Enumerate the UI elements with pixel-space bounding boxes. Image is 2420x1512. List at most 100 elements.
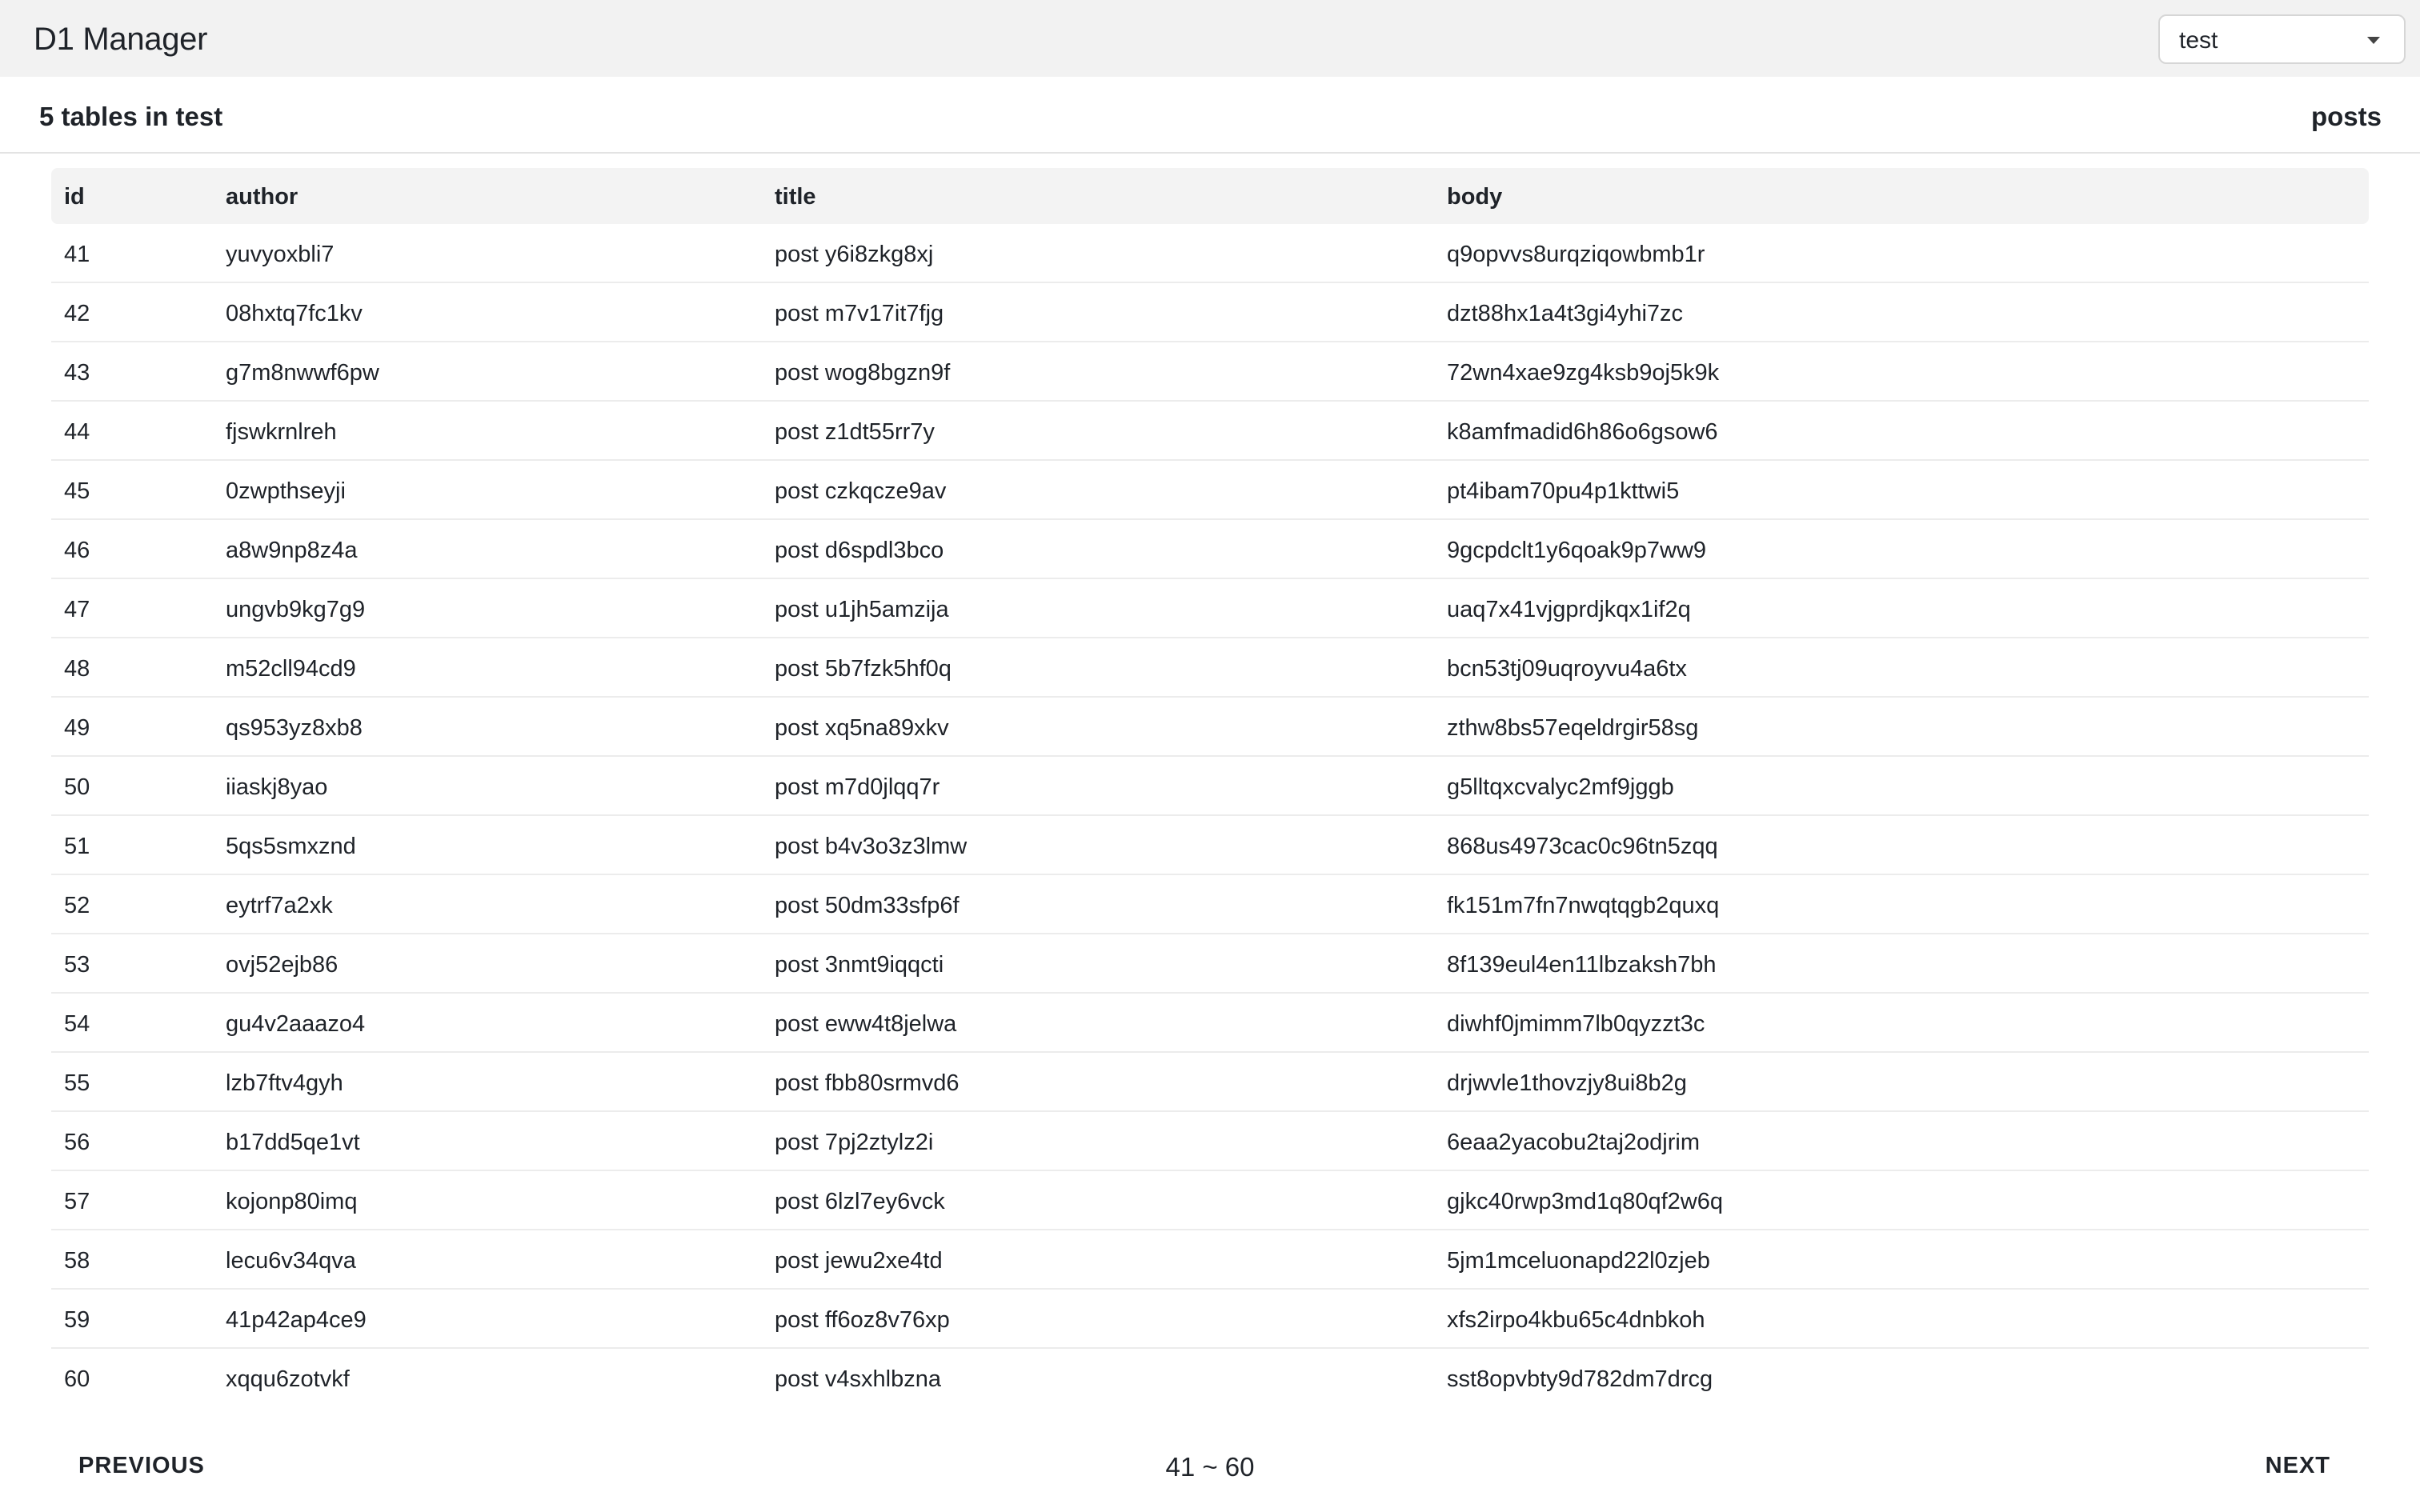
cell-id: 58 xyxy=(64,1248,90,1274)
table-row[interactable]: 42 08hxtq7fc1kv post m7v17it7fjg dzt88hx1a4… xyxy=(51,283,2369,342)
current-table-name: posts xyxy=(2310,102,2382,131)
cell-title: post d6spdl3bco xyxy=(775,538,944,563)
table-row[interactable]: 43 g7m8nwwf6pw post wog8bgzn9f 72wn4xae9zg4… xyxy=(51,342,2369,402)
cell-id: 45 xyxy=(64,478,90,504)
table-row[interactable]: 58 lecu6v34qva post jewu2xe4td 5jm1mceluona… xyxy=(51,1230,2369,1290)
cell-title: post jewu2xe4td xyxy=(775,1248,943,1274)
cell-id: 47 xyxy=(64,597,90,622)
column-header-body: body xyxy=(1447,184,1503,210)
table-row[interactable]: 41 yuvyoxbli7 post y6i8zkg8xj q9opvvs8urqzi… xyxy=(51,224,2369,283)
column-header-title: title xyxy=(775,184,816,210)
cell-author: kojonp80imq xyxy=(226,1189,358,1214)
cell-body: 9gcpdclt1y6qoak9p7ww9 xyxy=(1447,538,1707,563)
cell-title: post 6lzl7ey6vck xyxy=(775,1189,945,1214)
cell-id: 56 xyxy=(64,1130,90,1155)
cell-author: yuvyoxbli7 xyxy=(226,242,335,267)
table-row[interactable]: 48 m52cll94cd9 post 5b7fzk5hf0q bcn53tj09uq… xyxy=(51,638,2369,698)
table-header-row: id author title body xyxy=(51,168,2369,224)
cell-title: post u1jh5amzija xyxy=(775,597,949,622)
cell-id: 42 xyxy=(64,301,90,326)
data-table: id author title body 41 yuvyoxbli7 post y6… xyxy=(51,168,2369,1408)
cell-body: uaq7x41vjgprdjkqx1if2q xyxy=(1447,597,1691,622)
cell-title: post z1dt55rr7y xyxy=(775,419,935,445)
table-row[interactable]: 47 ungvb9kg7g9 post u1jh5amzija uaq7x41vjgp… xyxy=(51,579,2369,638)
cell-body: drjwvle1thovzjy8ui8b2g xyxy=(1447,1070,1687,1096)
table-row[interactable]: 53 ovj52ejb86 post 3nmt9iqqcti 8f139eul4en1… xyxy=(51,934,2369,994)
tables-count-label: 5 tables in test xyxy=(39,102,223,131)
cell-title: post eww4t8jelwa xyxy=(775,1011,957,1037)
cell-title: post xq5na89xkv xyxy=(775,715,949,741)
cell-id: 54 xyxy=(64,1011,90,1037)
table-row[interactable]: 60 xqqu6zotvkf post v4sxhlbzna sst8opvbty9d… xyxy=(51,1349,2369,1408)
cell-title: post 5b7fzk5hf0q xyxy=(775,656,952,682)
table-row[interactable]: 52 eytrf7a2xk post 50dm33sfp6f fk151m7fn7nw… xyxy=(51,875,2369,934)
database-select[interactable]: test xyxy=(2158,14,2406,64)
cell-body: k8amfmadid6h86o6gsow6 xyxy=(1447,419,1718,445)
table-row[interactable]: 44 fjswkrnlreh post z1dt55rr7y k8amfmadid6h… xyxy=(51,402,2369,461)
cell-id: 49 xyxy=(64,715,90,741)
table-row[interactable]: 55 lzb7ftv4gyh post fbb80srmvd6 drjwvle1tho… xyxy=(51,1053,2369,1112)
cell-body: 5jm1mceluonapd22l0zjeb xyxy=(1447,1248,1710,1274)
cell-author: fjswkrnlreh xyxy=(226,419,337,445)
cell-body: 6eaa2yacobu2taj2odjrim xyxy=(1447,1130,1700,1155)
pagination: PREVIOUS 41 ~ 60 NEXT xyxy=(0,1440,2420,1491)
cell-author: 41p42ap4ce9 xyxy=(226,1307,367,1333)
cell-id: 52 xyxy=(64,893,90,918)
cell-title: post fbb80srmvd6 xyxy=(775,1070,960,1096)
table-info-bar: 5 tables in test posts xyxy=(0,77,2420,154)
cell-title: post y6i8zkg8xj xyxy=(775,242,934,267)
column-header-author: author xyxy=(226,184,298,210)
cell-title: post m7d0jlqq7r xyxy=(775,774,940,800)
cell-id: 46 xyxy=(64,538,90,563)
cell-author: qs953yz8xb8 xyxy=(226,715,363,741)
cell-id: 50 xyxy=(64,774,90,800)
cell-body: q9opvvs8urqziqowbmb1r xyxy=(1447,242,1705,267)
cell-title: post m7v17it7fjg xyxy=(775,301,944,326)
table-row[interactable]: 45 0zwpthseyji post czkqcze9av pt4ibam70pu4… xyxy=(51,461,2369,520)
app-title: D1 Manager xyxy=(34,22,208,57)
cell-id: 55 xyxy=(64,1070,90,1096)
cell-id: 60 xyxy=(64,1366,90,1392)
cell-body: 8f139eul4en11lbzaksh7bh xyxy=(1447,952,1717,978)
table-row[interactable]: 49 qs953yz8xb8 post xq5na89xkv zthw8bs57eqe… xyxy=(51,698,2369,757)
table-row[interactable]: 56 b17dd5qe1vt post 7pj2ztylz2i 6eaa2yacobu… xyxy=(51,1112,2369,1171)
table-row[interactable]: 54 gu4v2aaazo4 post eww4t8jelwa diwhf0jmimm… xyxy=(51,994,2369,1053)
cell-body: bcn53tj09uqroyvu4a6tx xyxy=(1447,656,1687,682)
table-row[interactable]: 50 iiaskj8yao post m7d0jlqq7r g5lltqxcvalyc… xyxy=(51,757,2369,816)
cell-author: m52cll94cd9 xyxy=(226,656,356,682)
page-range-label: 41 ~ 60 xyxy=(1165,1452,1255,1482)
cell-id: 43 xyxy=(64,360,90,386)
cell-id: 48 xyxy=(64,656,90,682)
cell-author: ungvb9kg7g9 xyxy=(226,597,366,622)
table-row[interactable]: 59 41p42ap4ce9 post ff6oz8v76xp xfs2irpo4kb… xyxy=(51,1290,2369,1349)
cell-body: fk151m7fn7nwqtqgb2quxq xyxy=(1447,893,1720,918)
cell-author: b17dd5qe1vt xyxy=(226,1130,360,1155)
cell-author: 5qs5smxznd xyxy=(226,834,356,859)
cell-body: zthw8bs57eqeldrgir58sg xyxy=(1447,715,1699,741)
cell-author: eytrf7a2xk xyxy=(226,893,333,918)
cell-body: pt4ibam70pu4p1kttwi5 xyxy=(1447,478,1680,504)
cell-body: gjkc40rwp3md1q80qf2w6q xyxy=(1447,1189,1723,1214)
chevron-down-icon xyxy=(2367,37,2380,44)
cell-id: 51 xyxy=(64,834,90,859)
cell-body: sst8opvbty9d782dm7drcg xyxy=(1447,1366,1713,1392)
cell-body: 868us4973cac0c96tn5zqq xyxy=(1447,834,1718,859)
cell-body: diwhf0jmimm7lb0qyzzt3c xyxy=(1447,1011,1705,1037)
table-row[interactable]: 51 5qs5smxznd post b4v3o3z3lmw 868us4973cac… xyxy=(51,816,2369,875)
cell-author: a8w9np8z4a xyxy=(226,538,358,563)
cell-title: post czkqcze9av xyxy=(775,478,947,504)
next-button[interactable]: NEXT xyxy=(2250,1448,2346,1483)
cell-body: dzt88hx1a4t3gi4yhi7zc xyxy=(1447,301,1684,326)
cell-author: iiaskj8yao xyxy=(226,774,328,800)
cell-author: lecu6v34qva xyxy=(226,1248,356,1274)
cell-id: 57 xyxy=(64,1189,90,1214)
database-select-value: test xyxy=(2179,27,2218,54)
cell-author: gu4v2aaazo4 xyxy=(226,1011,366,1037)
cell-body: g5lltqxcvalyc2mf9jggb xyxy=(1447,774,1674,800)
cell-title: post 3nmt9iqqcti xyxy=(775,952,944,978)
cell-body: 72wn4xae9zg4ksb9oj5k9k xyxy=(1447,360,1720,386)
table-row[interactable]: 57 kojonp80imq post 6lzl7ey6vck gjkc40rwp3m… xyxy=(51,1171,2369,1230)
cell-id: 44 xyxy=(64,419,90,445)
cell-body: xfs2irpo4kbu65c4dnbkoh xyxy=(1447,1307,1705,1333)
table-row[interactable]: 46 a8w9np8z4a post d6spdl3bco 9gcpdclt1y6qo… xyxy=(51,520,2369,579)
